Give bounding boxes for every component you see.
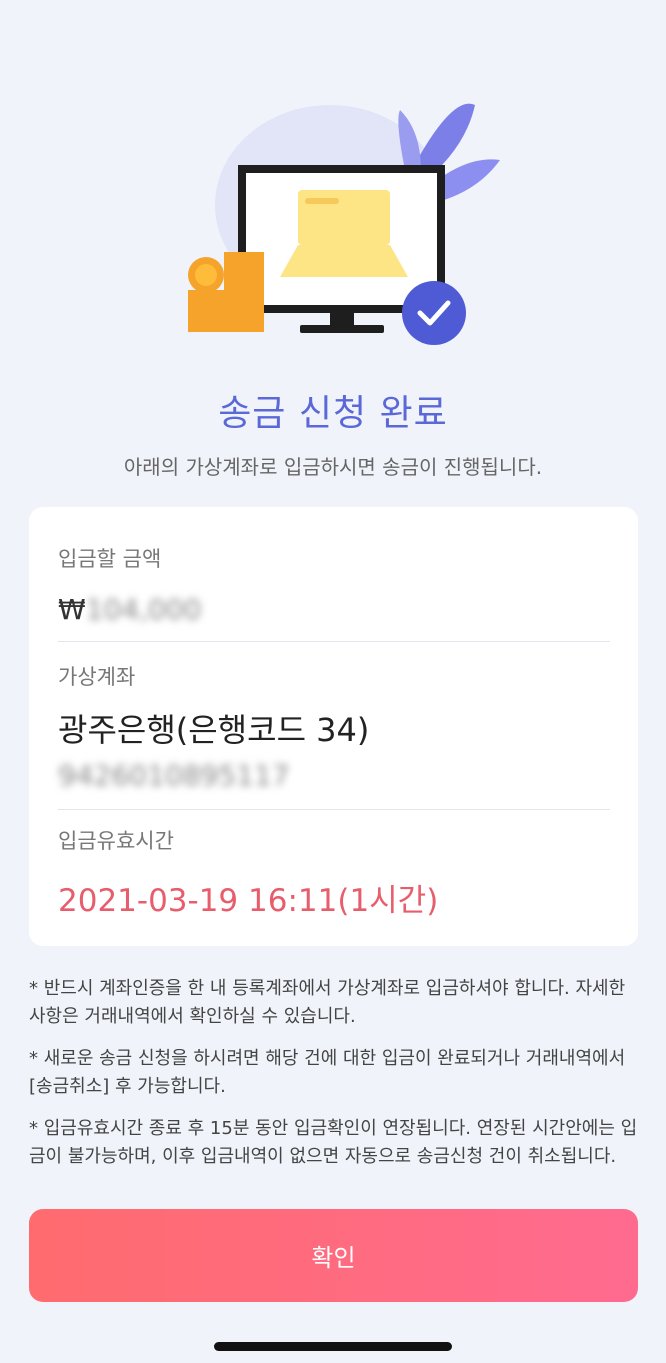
divider	[58, 809, 610, 810]
account-number[interactable]: 9426010895117	[58, 759, 610, 792]
notice-item: * 입금유효시간 종료 후 15분 동안 입금확인이 연장됩니다. 연장된 시간…	[29, 1118, 638, 1167]
transfer-complete-illustration	[188, 103, 500, 345]
deposit-info-card: 입금할 금액 ₩104,000 가상계좌 광주은행(은행코드 34) 94260…	[29, 507, 638, 946]
validity-value: 2021-03-19 16:11(1시간)	[58, 883, 439, 919]
virtual-account-section: 가상계좌 광주은행(은행코드 34) 9426010895117	[58, 661, 610, 792]
page-subtitle: 아래의 가상계좌로 입금하시면 송금이 진행됩니다.	[123, 455, 543, 479]
deposit-amount-label: 입금할 금액	[58, 547, 162, 571]
deposit-amount-value: 104,000	[85, 593, 202, 626]
validity-label: 입금유효시간	[58, 829, 174, 853]
notice-list: * 반드시 계좌인증을 한 내 등록계좌에서 가상계좌로 입금하셔야 합니다. …	[29, 975, 641, 1185]
currency-symbol: ₩	[58, 593, 86, 626]
home-indicator[interactable]	[214, 1342, 452, 1351]
confirm-button[interactable]: 확인	[29, 1209, 638, 1302]
bank-name: 광주은행(은행코드 34)	[58, 711, 370, 749]
notice-item: * 반드시 계좌인증을 한 내 등록계좌에서 가상계좌로 입금하셔야 합니다. …	[29, 978, 626, 1027]
coin-stack-icon	[188, 252, 264, 332]
notice-item: * 새로운 송금 신청을 하시려면 해당 건에 대한 입금이 완료되거나 거래내…	[29, 1048, 626, 1097]
deposit-amount-section: 입금할 금액 ₩104,000	[58, 543, 610, 626]
check-circle-icon	[402, 281, 466, 345]
validity-section: 입금유효시간 2021-03-19 16:11(1시간)	[58, 825, 610, 920]
divider	[58, 641, 610, 642]
virtual-account-label: 가상계좌	[58, 665, 136, 689]
deposit-amount: ₩104,000	[58, 593, 610, 626]
page-title: 송금 신청 완료	[218, 393, 448, 434]
